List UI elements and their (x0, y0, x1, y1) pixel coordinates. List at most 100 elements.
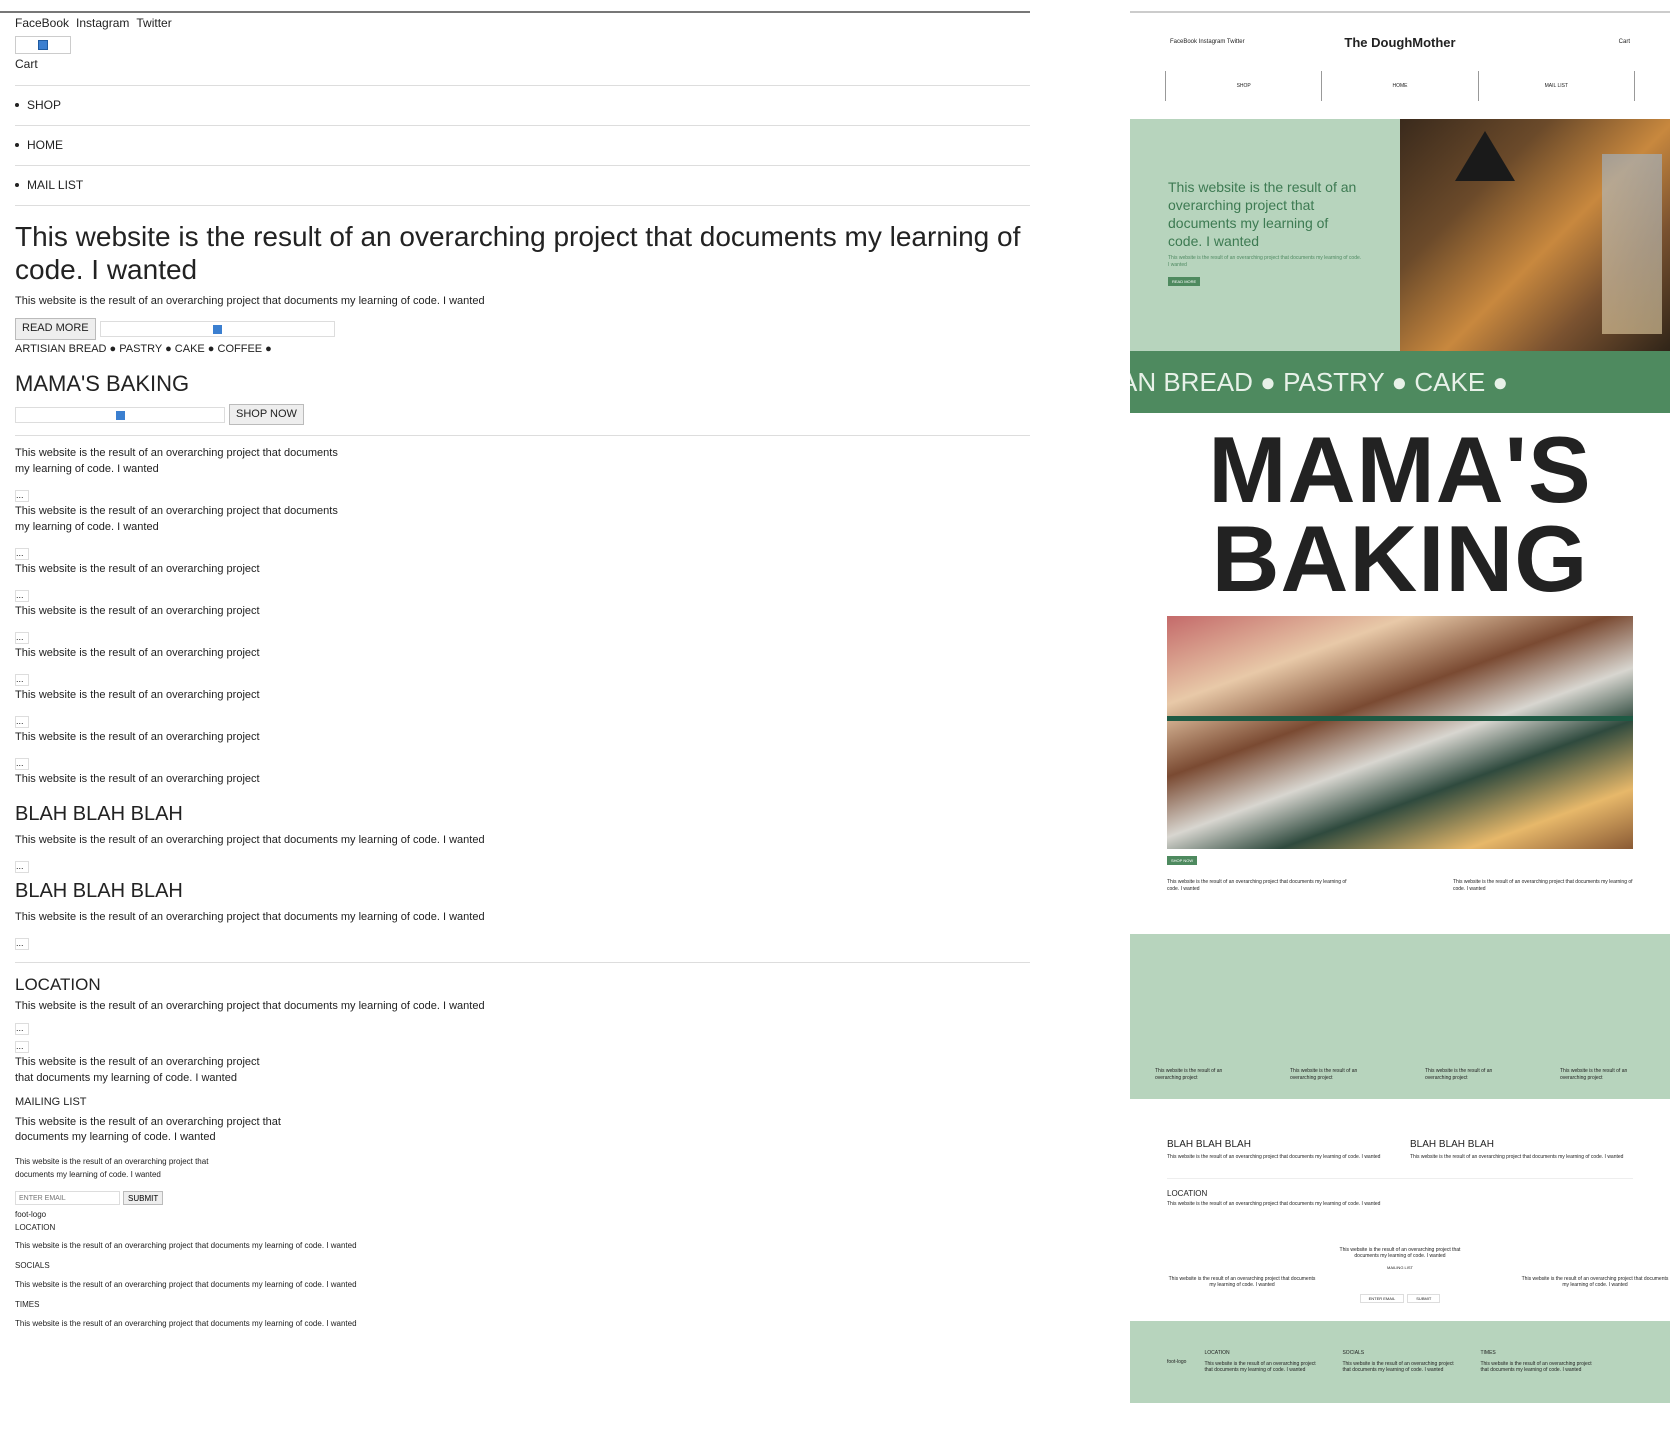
styled-blah-section: BLAH BLAH BLAH This website is the result… (1167, 1139, 1633, 1160)
styled-hero: This website is the result of an overarc… (1130, 119, 1670, 351)
submit-button[interactable]: SUBMIT (123, 1191, 164, 1206)
lamp-shape (1455, 131, 1515, 181)
ellipsis-4: ... (15, 632, 29, 645)
mama-line-1: MAMA'S (1208, 417, 1592, 522)
location-text: This website is the result of an overarc… (15, 1000, 485, 1013)
blurb-7: This website is the result of an overarc… (15, 730, 260, 743)
email-input[interactable] (15, 1191, 120, 1206)
blurb-1-line2: my learning of code. I wanted (15, 463, 159, 476)
broken-image-icon (212, 324, 222, 334)
ellipsis-5: ... (15, 674, 29, 687)
mail-text-line1: This website is the result of an overarc… (15, 1115, 281, 1128)
styled-foot-socials-text: This website is the result of an overarc… (1342, 1361, 1454, 1374)
nav-list: SHOP HOME MAIL LIST (15, 84, 1030, 206)
ellipsis-8: ... (15, 860, 29, 873)
styled-blah-heading-1: BLAH BLAH BLAH (1167, 1138, 1251, 1150)
facebook-link[interactable]: FaceBook (15, 15, 69, 32)
email-form: SUBMIT (15, 1191, 1030, 1206)
styled-cart-link[interactable]: Cart (1619, 39, 1630, 45)
cart-link[interactable]: Cart (15, 56, 1030, 73)
foot-times-text: This website is the result of an overarc… (15, 1318, 357, 1328)
hero-text: This website is the result of an overarc… (15, 294, 485, 307)
styled-nav-mail-list[interactable]: MAIL LIST (1477, 71, 1635, 101)
blurb-6: This website is the result of an overarc… (15, 689, 260, 702)
styled-blah-text-2: This website is the result of an overarc… (1410, 1153, 1624, 1160)
styled-nav-shop[interactable]: SHOP (1165, 71, 1321, 101)
styled-page-preview: FaceBook Instagram Twitter The DoughMoth… (1130, 0, 1670, 1444)
styled-foot-times-text: This website is the result of an overarc… (1480, 1361, 1592, 1374)
ellipsis-1: ... (15, 490, 29, 503)
nav-item-mail-list[interactable]: MAIL LIST (15, 166, 1030, 206)
styled-header: FaceBook Instagram Twitter The DoughMoth… (1130, 11, 1670, 71)
mailing-list-heading: MAILING LIST (15, 1095, 87, 1108)
styled-shop-now-button[interactable]: SHOP NOW (1167, 855, 1198, 865)
blurb-2-line2: my learning of code. I wanted (15, 521, 159, 534)
ellipsis-3: ... (15, 590, 29, 603)
blah-text-1: This website is the result of an overarc… (15, 833, 485, 846)
styled-email-input[interactable]: ENTER EMAIL (1359, 1293, 1405, 1303)
styled-two-blurbs: This website is the result of an overarc… (1167, 879, 1633, 894)
blah-text-2: This website is the result of an overarc… (15, 910, 485, 923)
blurb-5: This website is the result of an overarc… (15, 647, 260, 660)
blurb-2-line1: This website is the result of an overarc… (15, 505, 338, 518)
ellipsis-11: ... (15, 1040, 29, 1053)
divider (15, 961, 1030, 963)
nav-item-shop[interactable]: SHOP (15, 86, 1030, 126)
styled-foot-socials: SOCIALS (1342, 1350, 1365, 1357)
styled-blah-text-1: This website is the result of an overarc… (1167, 1153, 1381, 1160)
hero-title: This website is the result of an overarc… (15, 220, 1021, 285)
styled-feature-band: This website is the result of an overarc… (1130, 933, 1670, 1099)
styled-read-more-button[interactable]: READ MORE (1168, 276, 1201, 286)
mail-tiny-line2: documents my learning of code. I wanted (15, 1169, 161, 1179)
blurb-3: This website is the result of an overarc… (15, 563, 260, 576)
ellipsis-9: ... (15, 937, 29, 950)
broken-logo-image (15, 36, 71, 55)
divider (15, 435, 1030, 437)
ellipsis-2: ... (15, 548, 29, 561)
foot-socials-heading: SOCIALS (15, 1261, 50, 1271)
styled-location: LOCATION This website is the result of a… (1167, 1177, 1633, 1207)
product-marquee: ARTISIAN BREAD ● PASTRY ● CAKE ● COFFEE … (15, 342, 272, 355)
pastry-display-photo (1167, 615, 1633, 849)
styled-foot-times: TIMES (1480, 1350, 1496, 1357)
styled-location-heading: LOCATION (1167, 1188, 1208, 1198)
location-blurb-line1: This website is the result of an overarc… (15, 1055, 260, 1068)
ellipsis-7: ... (15, 757, 29, 770)
foot-location-heading: LOCATION (15, 1222, 56, 1232)
styled-submit-button[interactable]: SUBMIT (1407, 1293, 1441, 1303)
styled-hero-text: This website is the result of an overarc… (1168, 254, 1362, 268)
foot-times-heading: TIMES (15, 1300, 40, 1310)
ellipsis-6: ... (15, 715, 29, 728)
styled-nav: SHOP HOME MAIL LIST (1165, 71, 1635, 101)
styled-blurb-right: This website is the result of an overarc… (1453, 878, 1633, 893)
location-blurb-line2: that documents my learning of code. I wa… (15, 1071, 237, 1084)
shelf-shape (1167, 715, 1633, 721)
styled-mama-heading: MAMA'S BAKING (1130, 417, 1670, 612)
styled-foot-logo: foot-logo (1167, 1358, 1187, 1365)
blah-heading-2: BLAH BLAH BLAH (15, 879, 183, 902)
shop-now-button[interactable]: SHOP NOW (229, 403, 304, 426)
ellipsis-10: ... (15, 1023, 29, 1036)
feature-item-3: This website is the result of an overarc… (1425, 1068, 1493, 1082)
blurb-8: This website is the result of an overarc… (15, 772, 260, 785)
styled-mail-left: This website is the result of an overarc… (1168, 1275, 1316, 1288)
nav-item-home[interactable]: HOME (15, 126, 1030, 166)
foot-location-text: This website is the result of an overarc… (15, 1240, 357, 1250)
blah-heading-1: BLAH BLAH BLAH (15, 802, 183, 825)
cafe-interior-photo (1400, 119, 1670, 351)
styled-product-marquee: AN BREAD ● PASTRY ● CAKE ● (1130, 351, 1670, 413)
twitter-link[interactable]: Twitter (136, 15, 171, 32)
feature-item-1: This website is the result of an overarc… (1155, 1068, 1223, 1082)
site-logo[interactable]: The DoughMother (1344, 35, 1455, 50)
styled-hero-title: This website is the result of an overarc… (1168, 179, 1357, 249)
broken-image-icon (38, 40, 48, 51)
mama-line-2: BAKING (1211, 506, 1589, 612)
styled-social-links[interactable]: FaceBook Instagram Twitter (1170, 39, 1245, 45)
read-more-button[interactable]: READ MORE (15, 317, 96, 340)
blurb-4: This website is the result of an overarc… (15, 605, 260, 618)
mail-tiny-line1: This website is the result of an overarc… (15, 1157, 209, 1167)
styled-nav-home[interactable]: HOME (1321, 71, 1477, 101)
mama-heading: MAMA'S BAKING (15, 370, 190, 396)
instagram-link[interactable]: Instagram (76, 15, 129, 32)
foot-logo: foot-logo (15, 1210, 47, 1220)
